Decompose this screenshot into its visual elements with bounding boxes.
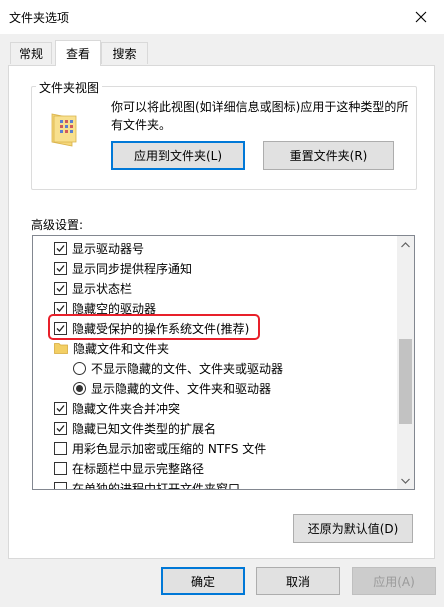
scroll-up-button[interactable] [397, 236, 414, 253]
radio-button[interactable] [73, 381, 86, 395]
checkbox[interactable] [54, 481, 67, 489]
checkbox[interactable] [54, 261, 67, 275]
list-item-label: 隐藏文件和文件夹 [73, 341, 170, 356]
window-title: 文件夹选项 [9, 11, 70, 25]
list-item[interactable]: 显示驱动器号 [33, 238, 397, 258]
checkmark-icon [56, 404, 65, 412]
apply-button[interactable]: 应用(A) [352, 567, 436, 595]
tab-search[interactable]: 搜索 [101, 42, 148, 64]
list-item-label: 显示状态栏 [72, 281, 133, 296]
list-item[interactable]: 显示隐藏的文件、文件夹和驱动器 [33, 378, 397, 398]
list-item-label: 在标题栏中显示完整路径 [72, 461, 205, 476]
checkbox[interactable] [54, 321, 67, 335]
checkbox[interactable] [54, 441, 67, 455]
tab-general[interactable]: 常规 [10, 42, 52, 64]
checkmark-icon [56, 304, 65, 312]
checkbox[interactable] [54, 301, 67, 315]
reset-folders-button[interactable]: 重置文件夹(R) [263, 141, 394, 170]
list-item[interactable]: 隐藏空的驱动器 [33, 298, 397, 318]
list-item: 隐藏文件和文件夹 [33, 338, 397, 358]
list-item[interactable]: 在单独的进程中打开文件夹窗口 [33, 478, 397, 490]
tab-general-label: 常规 [18, 47, 43, 61]
advanced-settings-label: 高级设置: [31, 218, 84, 232]
checkbox[interactable] [54, 241, 67, 255]
folder-icon [54, 343, 68, 354]
tab-view-label: 查看 [65, 47, 90, 61]
ok-button[interactable]: 确定 [161, 567, 245, 595]
checkbox[interactable] [54, 421, 67, 435]
list-item[interactable]: 隐藏文件夹合并冲突 [33, 398, 397, 418]
list-item-label: 显示驱动器号 [72, 241, 145, 256]
checkbox[interactable] [54, 401, 67, 415]
restore-defaults-button[interactable]: 还原为默认值(D) [293, 514, 413, 543]
apply-button-label: 应用(A) [373, 574, 415, 589]
folder-views-description: 你可以将此视图(如详细信息或图标)应用于这种类型的所有文件夹。 [111, 100, 409, 132]
apply-to-folders-label: 应用到文件夹(L) [133, 149, 223, 163]
checkmark-icon [56, 264, 65, 272]
advanced-settings-list[interactable]: 显示驱动器号 显示同步提供程序通知 显示状态栏 隐藏空的驱动器 隐藏受保护的操作… [32, 235, 415, 490]
checkmark-icon [56, 324, 65, 332]
list-item-label: 隐藏受保护的操作系统文件(推荐) [72, 321, 250, 336]
checkmark-icon [56, 424, 65, 432]
list-item[interactable]: 用彩色显示加密或压缩的 NTFS 文件 [33, 438, 397, 458]
restore-defaults-label: 还原为默认值(D) [307, 522, 399, 536]
list-item-label: 在单独的进程中打开文件夹窗口 [72, 481, 241, 490]
list-item-label: 显示同步提供程序通知 [72, 261, 193, 276]
scroll-down-button[interactable] [397, 472, 414, 489]
vertical-scrollbar[interactable] [397, 236, 414, 489]
list-item-label: 用彩色显示加密或压缩的 NTFS 文件 [72, 441, 267, 456]
checkmark-icon [56, 284, 65, 292]
chevron-down-icon [401, 478, 410, 484]
list-item[interactable]: 在标题栏中显示完整路径 [33, 458, 397, 478]
tab-view[interactable]: 查看 [55, 40, 101, 66]
close-button[interactable] [398, 0, 444, 34]
list-item[interactable]: 显示同步提供程序通知 [33, 258, 397, 278]
list-item[interactable]: 隐藏已知文件类型的扩展名 [33, 418, 397, 438]
ok-button-label: 确定 [190, 574, 215, 589]
apply-to-folders-button[interactable]: 应用到文件夹(L) [111, 141, 245, 170]
list-item-label: 隐藏已知文件类型的扩展名 [72, 421, 217, 436]
title-bar: 文件夹选项 [0, 0, 444, 34]
list-item-label: 隐藏空的驱动器 [72, 301, 157, 316]
reset-folders-label: 重置文件夹(R) [289, 149, 368, 163]
scroll-thumb[interactable] [399, 339, 412, 424]
cancel-button[interactable]: 取消 [256, 567, 340, 595]
chevron-up-icon [401, 241, 410, 247]
tab-search-label: 搜索 [112, 47, 137, 61]
list-item-label: 隐藏文件夹合并冲突 [72, 401, 181, 416]
list-item[interactable]: 隐藏受保护的操作系统文件(推荐) [33, 318, 397, 338]
list-item-label: 不显示隐藏的文件、文件夹或驱动器 [91, 361, 284, 376]
radio-selected-dot [76, 384, 83, 392]
radio-button[interactable] [73, 361, 86, 375]
checkbox[interactable] [54, 461, 67, 475]
checkbox[interactable] [54, 281, 67, 295]
checkmark-icon [56, 244, 65, 252]
list-item[interactable]: 不显示隐藏的文件、文件夹或驱动器 [33, 358, 397, 378]
folder-views-icon [51, 113, 77, 147]
list-item[interactable]: 显示状态栏 [33, 278, 397, 298]
cancel-button-label: 取消 [285, 574, 310, 589]
list-item-label: 显示隐藏的文件、文件夹和驱动器 [91, 381, 272, 396]
folder-views-legend: 文件夹视图 [36, 79, 103, 96]
close-icon [415, 11, 427, 23]
